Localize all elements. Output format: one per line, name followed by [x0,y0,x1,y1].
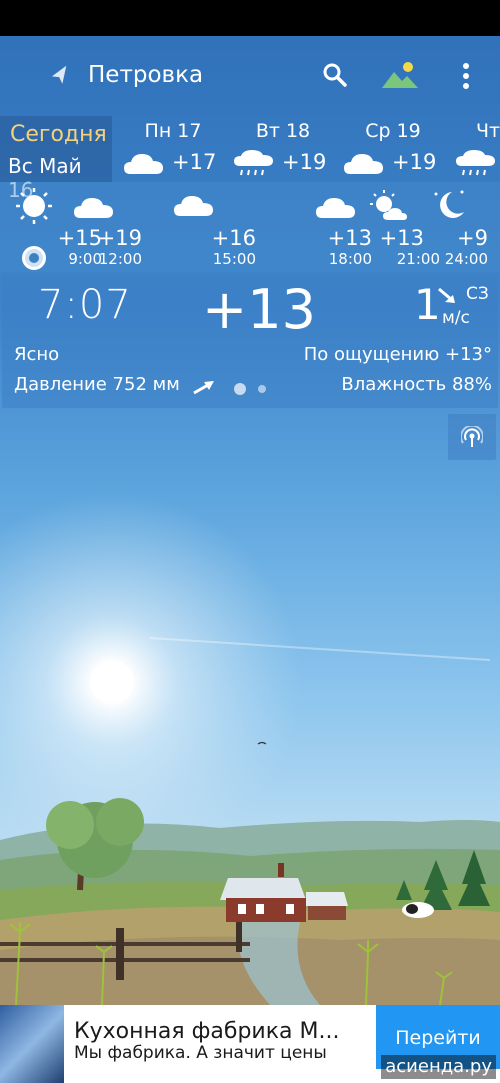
ad-banner[interactable]: Кухонная фабрика М... Мы фабрика. А знач… [0,1005,500,1083]
location-name[interactable]: Петровка [88,60,203,90]
day-temp: +19 [282,150,327,174]
hour-item: +19 12:00 [60,182,142,272]
hour-temp: +19 [97,226,142,250]
hour-temp: +9 [457,226,488,250]
hour-time: 24:00 [444,250,488,268]
rain-icon [456,150,495,176]
ad-subtitle[interactable]: Мы фабрика. А значит цены [74,1043,327,1063]
ad-image[interactable] [0,1005,64,1083]
hour-item: +16 15:00 [160,182,256,272]
condition-text: Ясно [14,344,60,365]
pressure: Давление 752 мм [14,374,180,395]
wind-direction: СЗ [466,284,489,304]
rain-icon [234,150,273,176]
day-item[interactable]: Чт [448,118,500,182]
hour-item: +13 21:00 [362,182,440,272]
ad-domain[interactable]: асиенда.ру [381,1055,496,1079]
radar-button[interactable] [448,414,496,460]
hour-item: +9 24:00 [420,182,494,272]
current-time: 7:07 [38,282,132,328]
landscape-scene [0,798,500,1005]
today-label: Сегодня [10,122,107,147]
day-item[interactable]: Пн 17 +17 [118,118,228,182]
app-bar: Петровка [0,36,500,114]
hour-time: 15:00 [212,250,256,268]
hour-temp: +13 [379,226,424,250]
wind-direction-icon [438,287,455,303]
feels-like: По ощущению +13° [303,344,492,365]
location-arrow-icon[interactable] [48,64,72,88]
more-vert-icon[interactable] [456,62,476,90]
current-hour-indicator [22,246,46,270]
day-name: Пн 17 [144,120,202,142]
daily-forecast: Сегодня Вс Май 16 Пн 17 +17 Вт 18 +19 Ср… [0,114,500,202]
hour-temp: +16 [211,226,256,250]
radar-icon [461,426,483,447]
day-temp: +19 [392,150,437,174]
sun-cloud-icon [370,190,407,220]
landscape-icon[interactable] [380,60,420,90]
page-indicator-active[interactable] [234,383,246,395]
cloud-icon [124,154,163,174]
status-bar [0,0,500,36]
hourly-forecast[interactable]: +15 9:00 +19 12:00 +16 15:00 +13 18:00 +… [0,182,500,272]
sun-icon [16,188,52,224]
day-name: Чт [476,120,500,142]
day-item[interactable]: Вт 18 +19 [228,118,338,182]
page-indicator[interactable] [258,385,266,393]
cloud-icon [344,154,383,174]
ad-title[interactable]: Кухонная фабрика М... [74,1019,339,1044]
hour-time: 12:00 [98,250,142,268]
pressure-trend-icon [193,381,214,395]
day-temp: +17 [172,150,217,174]
current-temp: +13 [202,278,316,341]
cloud-icon [74,198,113,218]
moon-icon [434,190,464,218]
current-conditions[interactable]: 7:07 +13 1 СЗ м/с Ясно По ощущению +13° … [2,274,498,408]
cloud-icon [316,198,355,218]
search-icon[interactable] [322,62,348,88]
day-today[interactable]: Сегодня Вс Май 16 [0,116,112,202]
humidity: Влажность 88% [341,374,492,395]
day-name: Вт 18 [255,120,311,142]
day-item[interactable]: Ср 19 +19 [338,118,448,182]
wind-unit: м/с [442,308,470,328]
partly-cloudy-icon [174,196,213,216]
day-name: Ср 19 [365,120,421,142]
hour-item: +13 18:00 [262,182,372,272]
